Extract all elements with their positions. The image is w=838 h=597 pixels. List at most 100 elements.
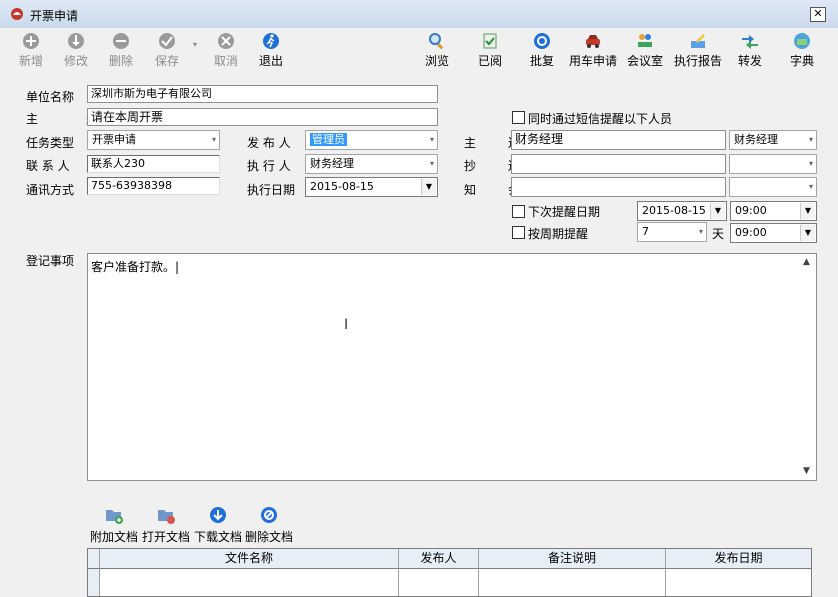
subject-field[interactable]: 请在本周开票 bbox=[87, 108, 438, 126]
delete-button[interactable]: 删除 bbox=[96, 31, 146, 69]
exec-date-value: 2015-08-15 bbox=[310, 180, 374, 193]
browse-button-label: 浏览 bbox=[424, 54, 449, 68]
next-remind-label: 下次提醒日期 bbox=[528, 205, 601, 219]
meeting-room-button[interactable]: 会议室 bbox=[620, 31, 670, 69]
edit-circle-icon bbox=[68, 33, 84, 49]
close-button[interactable]: ✕ bbox=[810, 7, 826, 22]
forward-button-label: 转发 bbox=[737, 54, 762, 68]
car-icon bbox=[586, 35, 600, 48]
cycle-time-value: 09:00 bbox=[735, 226, 767, 239]
notify-field[interactable] bbox=[511, 177, 726, 197]
phone-label: 通讯方式 bbox=[26, 183, 75, 197]
contact-field[interactable]: 联系人230 bbox=[87, 155, 220, 173]
toolbar: 新增 修改 删除 保存 ▾ 取消 退出 浏览 已阅 批复 用车申请 会议室 执行… bbox=[0, 28, 838, 72]
cycle-remind-label: 按周期提醒 bbox=[528, 227, 589, 241]
delete-doc-button[interactable]: 删除文档 bbox=[245, 505, 293, 545]
row-indicator[interactable] bbox=[88, 569, 100, 596]
task-type-select[interactable]: 开票申请 ▾ bbox=[87, 130, 220, 150]
attach-doc-button[interactable]: 附加文档 bbox=[90, 505, 138, 545]
next-remind-time-picker[interactable]: 09:00 ▼ bbox=[730, 201, 817, 221]
cycle-value: 7 bbox=[642, 225, 649, 238]
save-button[interactable]: 保存 bbox=[142, 31, 192, 69]
open-doc-button[interactable]: 打开文档 bbox=[142, 505, 190, 545]
folder-open-icon bbox=[158, 510, 175, 524]
dictionary-icon bbox=[794, 33, 810, 49]
cc-select[interactable]: ▾ bbox=[729, 154, 817, 174]
browse-button[interactable]: 浏览 bbox=[412, 31, 462, 69]
next-remind-checkbox[interactable] bbox=[512, 205, 525, 218]
save-dropdown-arrow-icon[interactable]: ▾ bbox=[193, 40, 197, 49]
dropdown-arrow-icon[interactable]: ▼ bbox=[800, 225, 815, 241]
cancel-button[interactable]: 取消 bbox=[201, 31, 251, 69]
download-icon bbox=[210, 507, 226, 523]
chevron-down-icon: ▾ bbox=[808, 135, 813, 144]
open-doc-label: 打开文档 bbox=[142, 530, 191, 544]
download-doc-button[interactable]: 下载文档 bbox=[194, 505, 242, 545]
main-send-field[interactable]: 财务经理 bbox=[511, 130, 726, 150]
dropdown-arrow-icon[interactable]: ▼ bbox=[421, 179, 436, 195]
dictionary-button-label: 字典 bbox=[789, 54, 814, 68]
cycle-value-select[interactable]: 7 ▾ bbox=[637, 222, 707, 242]
phone-field[interactable]: 755-63938398 bbox=[87, 177, 220, 195]
add-button[interactable]: 新增 bbox=[6, 31, 56, 69]
publisher-select[interactable]: 管理员 ▾ bbox=[305, 130, 438, 150]
car-request-button[interactable]: 用车申请 bbox=[568, 31, 618, 69]
check-circle-icon bbox=[159, 33, 175, 49]
document-grid[interactable]: 文件名称 发布人 备注说明 发布日期 bbox=[87, 548, 812, 597]
table-cell[interactable] bbox=[666, 569, 811, 596]
scroll-up-icon[interactable]: ▲ bbox=[803, 257, 810, 267]
run-exit-icon bbox=[263, 33, 279, 49]
table-cell[interactable] bbox=[479, 569, 666, 596]
task-type-label: 任务类型 bbox=[26, 136, 75, 150]
cc-field[interactable] bbox=[511, 154, 726, 174]
exec-date-picker[interactable]: 2015-08-15 ▼ bbox=[305, 177, 438, 197]
unit-field[interactable]: 深圳市斯为电子有限公司 bbox=[87, 85, 438, 103]
sms-label: 同时通过短信提醒以下人员 bbox=[528, 112, 673, 126]
forward-button[interactable]: 转发 bbox=[725, 31, 775, 69]
table-cell[interactable] bbox=[399, 569, 479, 596]
chevron-down-icon: ▾ bbox=[698, 227, 703, 236]
cycle-time-picker[interactable]: 09:00 ▼ bbox=[730, 223, 817, 243]
col-header-publisher[interactable]: 发布人 bbox=[399, 549, 479, 569]
col-header-remark[interactable]: 备注说明 bbox=[479, 549, 666, 569]
dictionary-button[interactable]: 字典 bbox=[777, 31, 827, 69]
sms-checkbox[interactable] bbox=[512, 111, 525, 124]
day-unit-label: 天 bbox=[712, 227, 725, 241]
table-cell[interactable] bbox=[100, 569, 399, 596]
next-remind-date-picker[interactable]: 2015-08-15 ▼ bbox=[637, 201, 727, 221]
main-send-select[interactable]: 财务经理 ▾ bbox=[729, 130, 817, 150]
download-doc-label: 下载文档 bbox=[194, 530, 243, 544]
exec-date-label: 执行日期 bbox=[247, 183, 296, 197]
col-header-date[interactable]: 发布日期 bbox=[666, 549, 811, 569]
minus-circle-icon bbox=[113, 33, 129, 49]
notify-select[interactable]: ▾ bbox=[729, 177, 817, 197]
magnifier-icon bbox=[429, 33, 444, 50]
cancel-button-label: 取消 bbox=[213, 54, 238, 68]
contact-label: 联 系 人 bbox=[26, 159, 70, 173]
next-remind-time-value: 09:00 bbox=[735, 204, 767, 217]
dropdown-arrow-icon[interactable]: ▼ bbox=[710, 203, 725, 219]
unit-label: 单位名称 bbox=[26, 90, 75, 104]
col-header-filename[interactable]: 文件名称 bbox=[100, 549, 399, 569]
read-button[interactable]: 已阅 bbox=[465, 31, 515, 69]
scroll-down-icon[interactable]: ▼ bbox=[803, 466, 810, 476]
edit-button[interactable]: 修改 bbox=[51, 31, 101, 69]
exec-report-button-label: 执行报告 bbox=[673, 54, 722, 68]
executor-select[interactable]: 财务经理 ▾ bbox=[305, 154, 438, 174]
exit-button-label: 退出 bbox=[258, 54, 283, 68]
read-button-label: 已阅 bbox=[477, 54, 502, 68]
chevron-down-icon: ▾ bbox=[211, 135, 216, 144]
exec-report-button[interactable]: 执行报告 bbox=[673, 31, 723, 69]
approve-button[interactable]: 批复 bbox=[517, 31, 567, 69]
exit-button[interactable]: 退出 bbox=[246, 31, 296, 69]
dropdown-arrow-icon[interactable]: ▼ bbox=[800, 203, 815, 219]
plus-circle-icon bbox=[23, 33, 39, 49]
cycle-remind-checkbox[interactable] bbox=[512, 226, 525, 239]
add-button-label: 新增 bbox=[18, 54, 43, 68]
notes-scrollbar[interactable]: ▲ ▼ bbox=[800, 254, 816, 480]
title-bar: 开票申请 ✕ bbox=[0, 0, 838, 29]
notes-text: 客户准备打款。| bbox=[91, 260, 180, 274]
notes-textarea[interactable]: 客户准备打款。| ▲ ▼ bbox=[87, 253, 817, 481]
window-title: 开票申请 bbox=[30, 9, 79, 23]
edit-button-label: 修改 bbox=[63, 54, 88, 68]
